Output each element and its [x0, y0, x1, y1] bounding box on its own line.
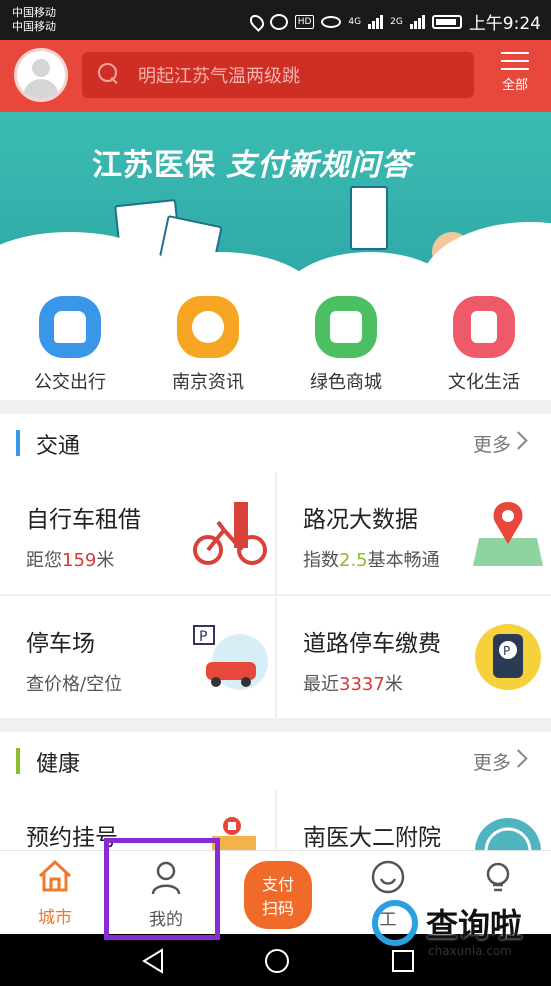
search-placeholder: 明起江苏气温两级跳: [138, 66, 300, 87]
signal-1-label: 4G: [348, 16, 362, 27]
signal-icon: [409, 14, 425, 29]
bus-icon: [39, 296, 101, 358]
quick-link-shop[interactable]: 绿色商城: [286, 296, 406, 394]
status-bar: 中国移动 中国移动 HD 4G 2G 上午9:24: [0, 0, 551, 40]
carrier-2: 中国移动: [12, 20, 56, 33]
card-parking-fee[interactable]: 道路停车缴费 最近3337米 P: [277, 596, 551, 718]
more-link[interactable]: 更多: [473, 430, 511, 457]
more-link[interactable]: 更多: [473, 748, 511, 775]
search-bar[interactable]: 明起江苏气温两级跳: [82, 52, 474, 98]
carrier-1: 中国移动: [12, 6, 56, 19]
hospital-logo-icon: [475, 818, 541, 850]
app-header: 明起江苏气温两级跳 全部: [0, 40, 551, 112]
quick-link-news[interactable]: 南京资讯: [148, 296, 268, 394]
shop-icon: [315, 296, 377, 358]
signal-icon: [368, 14, 384, 29]
chevron-right-icon: [509, 431, 528, 450]
chat-icon: [177, 296, 239, 358]
parking-car-icon: P: [193, 625, 268, 690]
alarm-icon: [269, 13, 288, 30]
phone-icon: [350, 186, 388, 250]
search-icon: [98, 63, 122, 87]
promo-banner[interactable]: 江苏医保 支付新规问答: [0, 112, 551, 290]
back-icon[interactable]: [140, 948, 166, 974]
map-pin-icon: [473, 502, 543, 566]
hd-icon: HD: [294, 14, 315, 29]
eye-icon: [321, 15, 342, 28]
watermark-logo-icon: [372, 900, 418, 946]
all-menu-label: 全部: [501, 78, 528, 93]
card-bike-rental[interactable]: 自行车租借 距您159米: [0, 472, 275, 594]
svg-text:P: P: [503, 644, 510, 658]
svg-text:P: P: [199, 629, 207, 645]
quick-links: 公交出行 南京资讯 绿色商城 文化生活: [0, 290, 551, 400]
carrier-names: 中国移动 中国移动: [12, 6, 56, 34]
bicycle-icon: [193, 502, 267, 565]
section-traffic-header: 交通 更多: [0, 414, 551, 472]
book-icon: [453, 296, 515, 358]
section-health-header: 健康 更多: [0, 732, 551, 790]
quick-link-culture[interactable]: 文化生活: [424, 296, 544, 394]
location-icon: [246, 11, 267, 32]
card-parking-lot[interactable]: 停车场 查价格/空位 P: [0, 596, 275, 718]
scan-pay-button[interactable]: 支付 扫码: [244, 861, 312, 929]
parking-meter-icon: P: [475, 624, 541, 690]
home-icon: [38, 859, 72, 892]
service-icon: [371, 860, 405, 894]
home-button-icon[interactable]: [264, 948, 290, 974]
watermark: 查询啦 chaxunla.com: [372, 896, 542, 968]
signal-2-label: 2G: [390, 16, 403, 27]
battery-icon: [431, 14, 462, 29]
menu-icon: [501, 52, 529, 70]
avatar[interactable]: [14, 48, 68, 102]
tab-city[interactable]: 城市: [5, 859, 105, 928]
section-title: 交通: [36, 434, 81, 459]
highlight-box: [104, 838, 220, 940]
clock: 上午9:24: [468, 14, 541, 34]
quick-link-bus[interactable]: 公交出行: [10, 296, 130, 394]
banner-title: 江苏医保 支付新规问答: [92, 148, 412, 183]
chevron-right-icon: [509, 749, 528, 768]
all-menu-button[interactable]: 全部: [490, 48, 540, 104]
card-hospital[interactable]: 南医大二附院: [277, 790, 551, 850]
section-title: 健康: [36, 752, 81, 777]
bulb-icon: [486, 862, 510, 892]
card-traffic-data[interactable]: 路况大数据 指数2.5基本畅通: [277, 472, 551, 594]
